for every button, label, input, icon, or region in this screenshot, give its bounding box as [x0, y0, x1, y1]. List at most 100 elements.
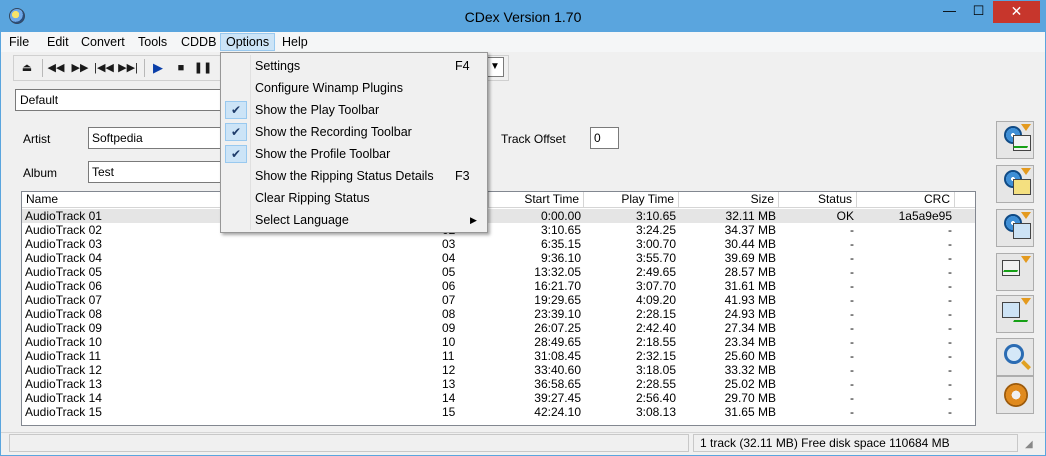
track-crc: -: [948, 223, 952, 237]
table-row[interactable]: AudioTrack 04 04 9:36.10 3:55.70 39.69 MB - -: [22, 251, 975, 265]
track-play-time: 3:07.70: [635, 279, 676, 293]
stop-icon[interactable]: ■: [170, 58, 192, 78]
track-status: -: [850, 377, 854, 391]
artist-field[interactable]: Softpedia: [88, 127, 223, 149]
track-status: -: [850, 293, 854, 307]
table-row[interactable]: AudioTrack 01010:00.003:10.6532.11 MBOK1…: [22, 209, 975, 223]
checkmark-icon: ✔: [225, 123, 247, 141]
table-row[interactable]: AudioTrack 03 03 6:35.15 3:00.70 30.44 MB - -: [22, 237, 975, 251]
app-window: CDex Version 1.70 — ☐ ✕ File Edit Conver…: [0, 0, 1046, 456]
track-start-time: 39:27.45: [534, 391, 581, 405]
track-list-header: Name Start Time Play Time Size Status CR…: [22, 192, 975, 208]
track-status: -: [850, 391, 854, 405]
track-size: 32.11 MB: [725, 209, 776, 223]
table-row[interactable]: AudioTrack 05 05 13:32.05 2:49.65 28.57 MB - -: [22, 265, 975, 279]
artist-label: Artist: [23, 132, 51, 146]
column-size[interactable]: Size: [679, 192, 779, 208]
column-start-time[interactable]: Start Time: [489, 192, 584, 208]
eject-icon[interactable]: ⏏: [16, 58, 38, 78]
track-number: 11: [442, 349, 455, 363]
convert-compressed-button[interactable]: [996, 295, 1034, 333]
track-play-time: 3:00.70: [635, 237, 676, 251]
track-name: AudioTrack 14: [25, 391, 102, 405]
track-crc: 1a5a9e95: [898, 209, 952, 223]
table-row[interactable]: AudioTrack 02023:10.653:24.2534.37 MB--: [22, 223, 975, 237]
track-number: 04: [442, 251, 456, 265]
options-menu-item[interactable]: Clear Ripping Status: [222, 187, 486, 209]
track-name: AudioTrack 12: [25, 363, 102, 377]
menu-edit[interactable]: Edit: [41, 33, 75, 51]
convert-wav-button[interactable]: [996, 253, 1034, 291]
table-row[interactable]: AudioTrack 11 11 31:08.45 2:32.15 25.60 MB - -: [22, 349, 975, 363]
table-row[interactable]: AudioTrack 12 12 33:40.60 3:18.05 33.32 MB - -: [22, 363, 975, 377]
track-play-time: 2:32.15: [635, 349, 676, 363]
extract-to-wav-button[interactable]: [996, 121, 1034, 159]
pause-icon[interactable]: ❚❚: [192, 58, 214, 78]
menu-tools[interactable]: Tools: [132, 33, 173, 51]
table-row[interactable]: AudioTrack 13 13 36:58.65 2:28.55 25.02 MB - -: [22, 377, 975, 391]
toolbar-separator: [42, 59, 43, 77]
extract-to-compressed-button[interactable]: [996, 165, 1034, 203]
options-menu-item[interactable]: ✔ Show the Recording Toolbar: [222, 121, 486, 143]
track-list[interactable]: Name Start Time Play Time Size Status CR…: [21, 191, 976, 426]
magnifier-handle-icon: [1021, 360, 1031, 370]
options-menu-item[interactable]: Select Language ▶: [222, 209, 486, 231]
profile-combo[interactable]: Default: [15, 89, 223, 111]
track-size: 28.57 MB: [724, 265, 776, 279]
column-crc[interactable]: CRC: [857, 192, 955, 208]
menu-options[interactable]: Options: [220, 33, 276, 51]
fast-forward-icon[interactable]: ▶▶: [69, 58, 91, 78]
table-row[interactable]: AudioTrack 07 07 19:29.65 4:09.20 41.93 MB - -: [22, 293, 975, 307]
extract-partial-button[interactable]: [996, 209, 1034, 247]
track-name: AudioTrack 04: [25, 251, 102, 265]
album-field[interactable]: Test: [88, 161, 223, 183]
column-status[interactable]: Status: [779, 192, 857, 208]
track-offset-field[interactable]: 0: [590, 127, 619, 149]
menu-item-shortcut: F3: [455, 169, 470, 183]
table-row[interactable]: AudioTrack 09 09 26:07.25 2:42.40 27.34 MB - -: [22, 321, 975, 335]
table-row[interactable]: AudioTrack 06 06 16:21.70 3:07.70 31.61 MB - -: [22, 279, 975, 293]
options-menu-item[interactable]: ✔ Show the Profile Toolbar: [222, 143, 486, 165]
options-menu-item[interactable]: Configure Winamp Plugins: [222, 77, 486, 99]
track-status: -: [850, 279, 854, 293]
track-status: -: [850, 307, 854, 321]
track-status: -: [850, 251, 854, 265]
menu-bar: File Edit Convert Tools CDDB Options Hel…: [1, 32, 1045, 52]
resize-grip-icon[interactable]: ◢: [1025, 439, 1039, 453]
maximize-button[interactable]: ☐: [965, 1, 992, 23]
track-size: 41.93 MB: [724, 293, 776, 307]
rewind-icon[interactable]: ◀◀: [45, 58, 67, 78]
table-row[interactable]: AudioTrack 10 10 28:49.65 2:18.55 23.34 MB - -: [22, 335, 975, 349]
menu-convert[interactable]: Convert: [75, 33, 131, 51]
minimize-button[interactable]: —: [936, 1, 963, 23]
menu-cddb[interactable]: CDDB: [175, 33, 222, 51]
track-crc: -: [948, 335, 952, 349]
track-status: -: [850, 265, 854, 279]
cddb-lookup-button[interactable]: [996, 338, 1034, 376]
table-row[interactable]: AudioTrack 08 08 23:39.10 2:28.15 24.93 MB - -: [22, 307, 975, 321]
track-number: 10: [442, 335, 456, 349]
close-button[interactable]: ✕: [993, 1, 1040, 23]
track-play-time: 2:18.55: [635, 335, 676, 349]
track-play-time: 2:28.15: [635, 307, 676, 321]
menu-file[interactable]: File: [3, 33, 35, 51]
options-menu-item[interactable]: Settings F4: [222, 55, 486, 77]
menu-item-shortcut: F4: [455, 59, 470, 73]
table-row[interactable]: AudioTrack 14 14 39:27.45 2:56.40 29.70 MB - -: [22, 391, 975, 405]
track-status: -: [850, 405, 854, 419]
track-crc: -: [948, 293, 952, 307]
settings-button[interactable]: [996, 376, 1034, 414]
options-menu-item[interactable]: ✔ Show the Play Toolbar: [222, 99, 486, 121]
previous-track-icon[interactable]: |◀◀: [93, 58, 115, 78]
track-crc: -: [948, 279, 952, 293]
play-icon[interactable]: ▶: [147, 58, 169, 78]
column-play-time[interactable]: Play Time: [584, 192, 679, 208]
menu-item-label: Configure Winamp Plugins: [255, 81, 403, 95]
menu-help[interactable]: Help: [276, 33, 314, 51]
table-row[interactable]: AudioTrack 15 15 42:24.10 3:08.13 31.65 MB - -: [22, 405, 975, 419]
chevron-down-icon[interactable]: ▼: [486, 57, 504, 77]
next-track-icon[interactable]: ▶▶|: [117, 58, 139, 78]
track-name: AudioTrack 03: [25, 237, 102, 251]
options-menu-item[interactable]: Show the Ripping Status Details F3: [222, 165, 486, 187]
options-menu-dropdown: Settings F4 Configure Winamp Plugins ✔ Show …: [220, 52, 488, 233]
